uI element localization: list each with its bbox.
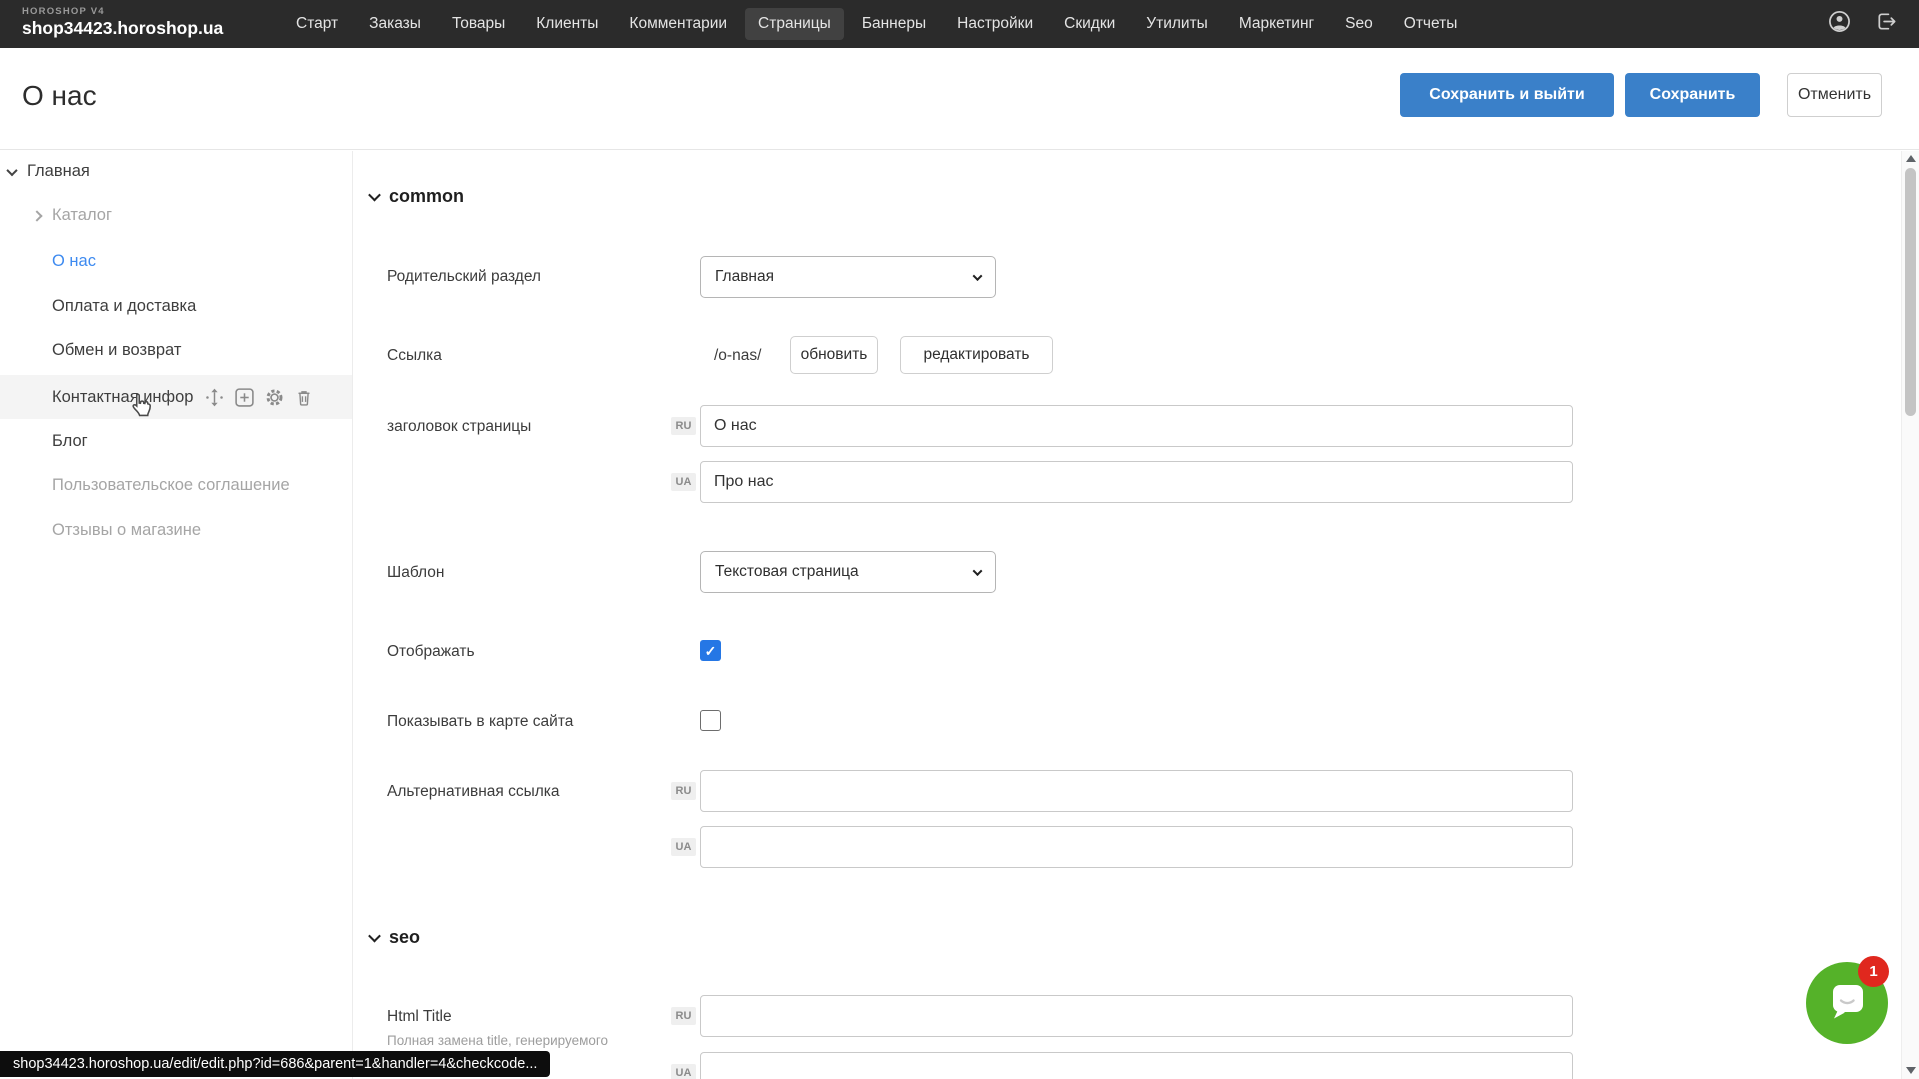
page-title-input-ua[interactable] <box>700 461 1573 503</box>
page-title-input-ru[interactable] <box>700 405 1573 447</box>
cancel-button[interactable]: Отменить <box>1787 73 1882 117</box>
display-checkbox[interactable]: ✓ <box>700 640 721 661</box>
scroll-down-arrow[interactable] <box>1906 1067 1916 1074</box>
chevron-down-icon <box>368 189 381 202</box>
tree-item-actions <box>204 387 314 408</box>
parent-section-select[interactable]: Главная <box>700 256 996 298</box>
scroll-up-arrow[interactable] <box>1906 155 1916 162</box>
add-icon[interactable] <box>234 387 255 408</box>
sidebar-item-user-agreement[interactable]: Пользовательское соглашение <box>0 463 352 507</box>
vertical-scrollbar[interactable] <box>1901 151 1919 1079</box>
chevron-down-icon <box>973 566 983 576</box>
cursor-hand-icon <box>127 389 156 425</box>
link-path-value: /o-nas/ <box>714 347 761 365</box>
user-account-icon[interactable] <box>1828 10 1851 38</box>
brand-version-label: HOROSHOP V4 <box>22 6 223 17</box>
nav-clients[interactable]: Клиенты <box>523 8 611 40</box>
sidebar-item-about[interactable]: О нас <box>0 239 352 283</box>
lang-badge-ru: RU <box>671 417 696 435</box>
lang-badge-ua: UA <box>671 838 696 856</box>
chevron-down-icon <box>368 930 381 943</box>
chevron-down-icon[interactable] <box>8 162 16 181</box>
nav-utilities[interactable]: Утилиты <box>1133 8 1221 40</box>
nav-comments[interactable]: Комментарии <box>616 8 740 40</box>
sidebar-item-blog[interactable]: Блог <box>0 419 352 463</box>
nav-discounts[interactable]: Скидки <box>1051 8 1128 40</box>
lang-badge-ru: RU <box>671 1007 696 1025</box>
scrollbar-thumb[interactable] <box>1905 168 1916 416</box>
top-bar: HOROSHOP V4 shop34423.horoshop.ua Старт … <box>0 0 1919 48</box>
sidebar-item-catalog[interactable]: Каталог <box>0 193 352 237</box>
parent-section-label: Родительский раздел <box>387 268 541 286</box>
nav-banners[interactable]: Баннеры <box>849 8 939 40</box>
template-label: Шаблон <box>387 564 444 582</box>
sidebar-item-contact-info[interactable]: Контактная инфор <box>0 375 352 419</box>
nav-orders[interactable]: Заказы <box>356 8 434 40</box>
status-url-tooltip: shop34423.horoshop.ua/edit/edit.php?id=6… <box>0 1051 550 1077</box>
check-icon: ✓ <box>705 644 717 658</box>
sidebar-item-payment-delivery[interactable]: Оплата и доставка <box>0 284 352 328</box>
chat-unread-badge: 1 <box>1858 956 1889 987</box>
refresh-link-button[interactable]: обновить <box>790 336 878 374</box>
top-navigation: Старт Заказы Товары Клиенты Комментарии … <box>283 0 1470 48</box>
html-title-hint: Полная замена title, генерируемого <box>387 1033 608 1048</box>
html-title-input-ru[interactable] <box>700 995 1573 1037</box>
lang-badge-ru: RU <box>671 782 696 800</box>
save-button[interactable]: Сохранить <box>1625 73 1760 117</box>
pages-tree-sidebar: Главная Каталог О нас Оплата и доставка … <box>0 151 353 1079</box>
logout-icon[interactable] <box>1875 10 1898 38</box>
brand-domain-label: shop34423.horoshop.ua <box>22 18 223 39</box>
chat-widget-button[interactable]: 1 <box>1806 962 1888 1044</box>
header-buttons: Сохранить и выйти Сохранить Отменить <box>1400 73 1882 117</box>
link-label: Ссылка <box>387 347 442 365</box>
save-and-exit-button[interactable]: Сохранить и выйти <box>1400 73 1614 117</box>
move-icon[interactable] <box>204 387 225 408</box>
nav-start[interactable]: Старт <box>283 8 351 40</box>
nav-products[interactable]: Товары <box>439 8 518 40</box>
nav-marketing[interactable]: Маркетинг <box>1226 8 1327 40</box>
template-select[interactable]: Текстовая страница <box>700 551 996 593</box>
html-title-input-ua[interactable] <box>700 1052 1573 1079</box>
chevron-down-icon <box>973 271 983 281</box>
lang-badge-ua: UA <box>671 473 696 491</box>
page-header: О нас Сохранить и выйти Сохранить Отмени… <box>0 48 1919 150</box>
alt-link-label: Альтернативная ссылка <box>387 783 560 801</box>
display-label: Отображать <box>387 643 475 661</box>
nav-reports[interactable]: Отчеты <box>1391 8 1471 40</box>
brand-logo[interactable]: HOROSHOP V4 shop34423.horoshop.ua <box>22 6 223 39</box>
section-seo-header[interactable]: seo <box>370 927 420 948</box>
html-title-label: Html Title <box>387 1008 452 1026</box>
nav-seo[interactable]: Seo <box>1332 8 1386 40</box>
delete-trash-icon[interactable] <box>294 387 314 408</box>
page-title: О нас <box>22 80 97 112</box>
topbar-right-icons <box>1828 0 1898 48</box>
nav-pages[interactable]: Страницы <box>745 8 844 40</box>
page-title-label: заголовок страницы <box>387 418 531 436</box>
edit-link-button[interactable]: редактировать <box>900 336 1053 374</box>
sitemap-label: Показывать в карте сайта <box>387 713 573 731</box>
horoshop-admin-app: HOROSHOP V4 shop34423.horoshop.ua Старт … <box>0 0 1919 1079</box>
sidebar-item-home[interactable]: Главная <box>0 149 352 193</box>
alt-link-input-ua[interactable] <box>700 826 1573 868</box>
lang-badge-ua: UA <box>671 1064 696 1079</box>
nav-settings[interactable]: Настройки <box>944 8 1046 40</box>
alt-link-input-ru[interactable] <box>700 770 1573 812</box>
chevron-right-icon[interactable] <box>33 206 41 225</box>
chat-bubble-icon <box>1826 981 1868 1026</box>
sitemap-checkbox[interactable] <box>700 710 721 731</box>
settings-gear-icon[interactable] <box>264 387 285 408</box>
section-common-header[interactable]: common <box>370 186 464 207</box>
sidebar-item-exchange-return[interactable]: Обмен и возврат <box>0 328 352 372</box>
sidebar-item-store-reviews[interactable]: Отзывы о магазине <box>0 508 352 552</box>
